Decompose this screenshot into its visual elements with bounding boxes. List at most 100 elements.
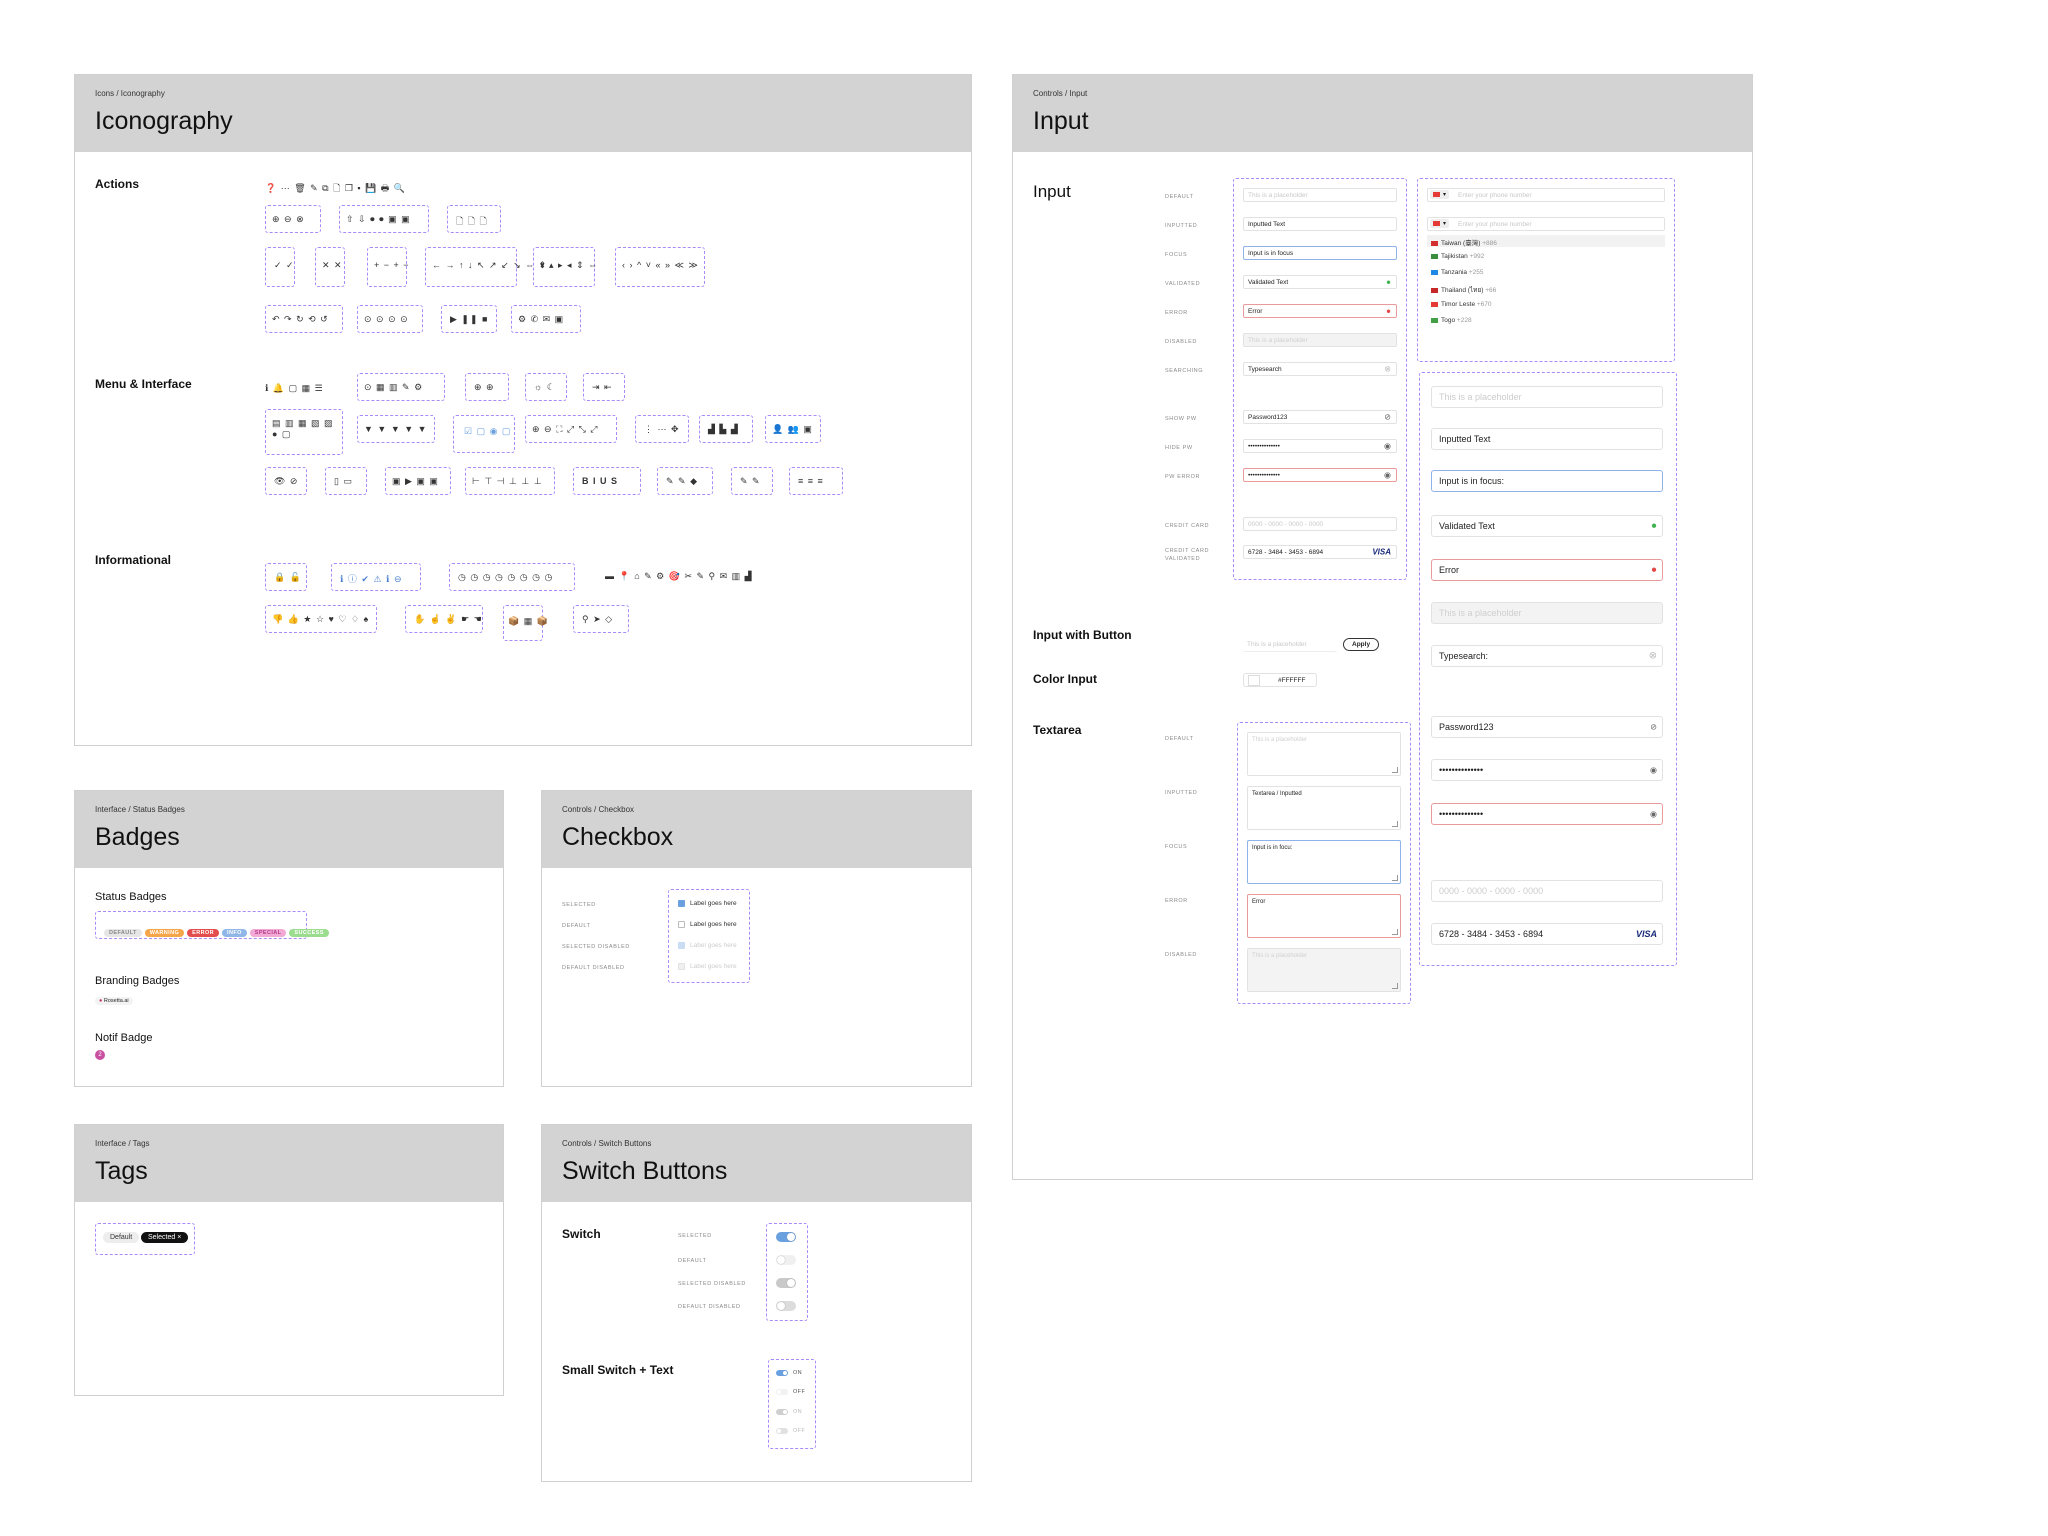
icon-group: ✕ ✕ — [315, 247, 345, 287]
country-name: Taiwan (臺灣) — [1441, 240, 1481, 247]
input-hide-password-large[interactable]: •••••••••••••• ◉ — [1431, 759, 1663, 781]
status-badges-title: Status Badges — [95, 891, 167, 903]
icon-group: ℹ ⓘ ✔ ⚠ ℹ ⊖ — [331, 563, 421, 591]
input-focus-large[interactable]: Input is in focus: — [1431, 470, 1663, 492]
state-label: DISABLED — [1165, 952, 1198, 958]
eye-off-icon[interactable]: ⊘ — [1650, 723, 1657, 732]
apply-button[interactable]: Apply — [1343, 638, 1380, 651]
lock-icons: 🔒 🔓 — [274, 572, 302, 582]
input-validated[interactable]: Validated Text ● — [1243, 275, 1397, 289]
tag-default[interactable]: Default — [103, 1232, 140, 1243]
input-frame: Controls / Input Input Input Input with … — [1012, 74, 1753, 1180]
textarea-focus[interactable]: Input is in focu: — [1247, 840, 1401, 884]
eye-off-icon[interactable]: ⊘ — [1384, 413, 1391, 422]
small-switch-off-disabled: OFF — [776, 1428, 805, 1434]
frame-title: Iconography — [95, 107, 233, 135]
circle-icons: ⊙ ⊙ ⊙ ⊙ — [364, 314, 409, 324]
eye-icon[interactable]: ◉ — [1384, 442, 1391, 451]
country-option[interactable]: Taiwan (臺灣) +886 — [1431, 237, 1497, 247]
icon-group: ⊙ ▦ ▥ ✎ ⚙ — [357, 373, 445, 401]
small-switch[interactable] — [776, 1389, 788, 1395]
plus-minus-icons: + − + − — [374, 260, 410, 270]
tag-selected[interactable]: Selected × — [141, 1232, 189, 1243]
input-credit-card-large[interactable]: 0000 - 0000 - 0000 - 0000 — [1431, 880, 1663, 902]
rosetta-logo-icon: ● — [99, 998, 103, 1004]
country-option[interactable]: Timor Leste +670 — [1431, 301, 1492, 308]
input-credit-card-validated[interactable]: 6728 - 3484 - 3453 - 6894 VISA — [1243, 545, 1397, 559]
close-icon[interactable]: × — [177, 1234, 181, 1241]
section-color-input: Color Input — [1033, 672, 1097, 686]
switch-selected[interactable] — [776, 1232, 796, 1242]
checkbox-box[interactable] — [678, 921, 685, 928]
country-select[interactable]: ▾ — [1430, 190, 1450, 199]
state-label: DEFAULT — [678, 1258, 707, 1264]
textarea-default[interactable]: This is a placeholder — [1247, 732, 1401, 776]
switch-default[interactable] — [776, 1255, 796, 1265]
input-with-button[interactable]: This is a placeholder — [1243, 638, 1337, 652]
color-swatch[interactable] — [1248, 674, 1260, 686]
input-searching[interactable]: Typesearch ⊗ — [1243, 362, 1397, 376]
chevron-down-icon: ▾ — [1443, 192, 1447, 198]
icon-group: B I U S — [573, 467, 641, 495]
input-password-error-large[interactable]: •••••••••••••• ◉ — [1431, 803, 1663, 825]
input-hide-password[interactable]: •••••••••••••• ◉ — [1243, 439, 1397, 453]
icon-group: ▣ ▶ ▣ ▣ — [385, 467, 451, 495]
country-select[interactable]: ▾ — [1430, 219, 1450, 228]
eye-icon[interactable]: ◉ — [1650, 810, 1657, 819]
input-default-large[interactable]: This is a placeholder — [1431, 386, 1663, 408]
checkbox-selected[interactable]: Label goes here — [678, 900, 737, 907]
input-show-password-large[interactable]: Password123 ⊘ — [1431, 716, 1663, 738]
state-label: FOCUS — [1165, 252, 1188, 258]
small-switch-on[interactable]: ON — [776, 1370, 802, 1376]
input-credit-card[interactable]: 0000 - 0000 - 0000 - 0000 — [1243, 517, 1397, 531]
input-error-large[interactable]: Error ● — [1431, 559, 1663, 581]
breadcrumb: Interface / Status Badges — [95, 805, 185, 814]
checkbox-default[interactable]: Label goes here — [678, 921, 737, 928]
textarea-error[interactable]: Error — [1247, 894, 1401, 938]
eye-icon[interactable]: ◉ — [1384, 471, 1391, 480]
input-value: •••••••••••••• — [1439, 765, 1484, 775]
tags-frame: Interface / Tags Tags Default Selected × — [74, 1124, 504, 1396]
breadcrumb: Interface / Tags — [95, 1139, 150, 1148]
small-switch-off[interactable]: OFF — [776, 1389, 805, 1395]
clear-icon[interactable]: ⊗ — [1649, 651, 1657, 662]
input-validated-large[interactable]: Validated Text ● — [1431, 515, 1663, 537]
country-option[interactable]: Togo +228 — [1431, 317, 1472, 324]
country-option[interactable]: Tajikistan +992 — [1431, 253, 1484, 260]
input-default[interactable]: This is a placeholder — [1243, 188, 1397, 202]
input-password-error[interactable]: •••••••••••••• ◉ — [1243, 468, 1397, 482]
input-focus[interactable]: Input is in focus — [1243, 246, 1397, 260]
switch-default-disabled — [776, 1301, 796, 1311]
login-icons: ⇥ ⇤ — [592, 382, 613, 392]
checkbox-box[interactable] — [678, 900, 685, 907]
phone-input-open[interactable]: Enter your phone number — [1427, 217, 1665, 231]
country-option[interactable]: Thailand (ไทย) +66 — [1431, 285, 1496, 295]
input-inputted[interactable]: Inputted Text — [1243, 217, 1397, 231]
state-label: INPUTTED — [1165, 223, 1198, 229]
eye-icon[interactable]: ◉ — [1650, 766, 1657, 775]
input-inputted-large[interactable]: Inputted Text — [1431, 428, 1663, 450]
phone-input[interactable]: Enter your phone number — [1427, 188, 1665, 202]
textarea-inputted[interactable]: Textarea / Inputted — [1247, 786, 1401, 830]
state-label: SELECTED DISABLED — [678, 1281, 746, 1287]
state-label: DEFAULT — [1165, 194, 1194, 200]
branding-label: Rosetta.ai — [103, 998, 129, 1004]
switch-selected-disabled — [776, 1278, 796, 1288]
small-switch[interactable] — [776, 1370, 788, 1376]
icon-group: ≡ ≡ ≡ — [789, 467, 843, 495]
icon-group: ⊕ ⊕ — [465, 373, 509, 401]
country-code: +66 — [1485, 287, 1497, 294]
input-searching-large[interactable]: Typesearch: ⊗ — [1431, 645, 1663, 667]
arrow-icons: ← → ↑ ↓ ↖ ↗ ↙ ↘ ⇔ ⇕ — [432, 260, 548, 270]
breadcrumb: Controls / Input — [1033, 89, 1088, 98]
color-input[interactable]: #FFFFFF — [1243, 673, 1317, 687]
check-circle-icon: ● — [1650, 520, 1657, 532]
input-show-password[interactable]: Password123 ⊘ — [1243, 410, 1397, 424]
clear-icon[interactable]: ⊗ — [1384, 365, 1391, 374]
input-error[interactable]: Error ● — [1243, 304, 1397, 318]
country-option[interactable]: Tanzania +255 — [1431, 269, 1484, 276]
input-credit-card-validated-large[interactable]: 6728 - 3484 - 3453 - 6894 VISA — [1431, 923, 1663, 945]
icon-group: ⚲ ➤ ◇ — [573, 605, 629, 633]
country-dropdown — [1427, 234, 1665, 328]
icon-group: ☼ ☾ — [525, 373, 567, 401]
